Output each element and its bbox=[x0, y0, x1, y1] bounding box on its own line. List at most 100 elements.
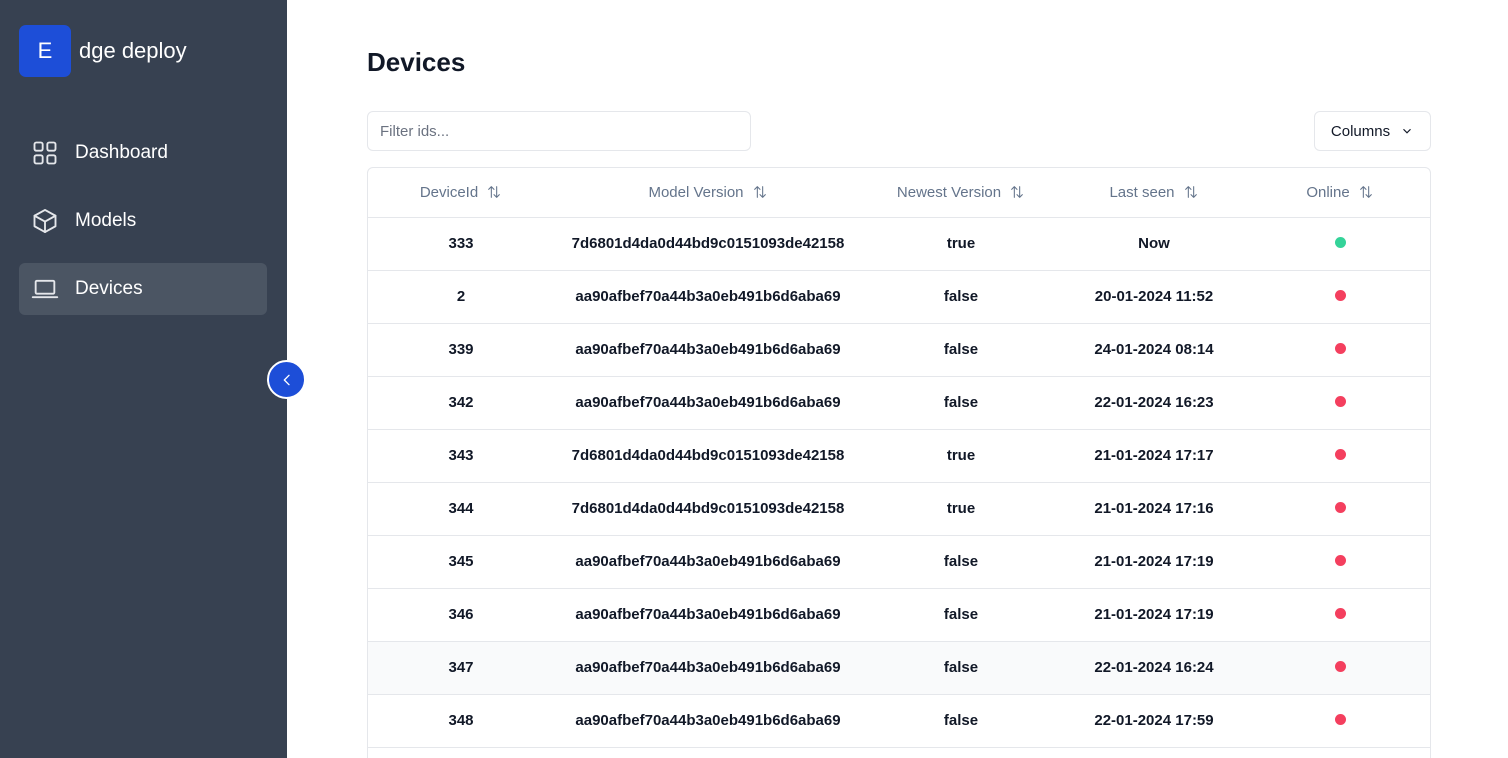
cell-last-seen: Now bbox=[1060, 217, 1248, 271]
table-row[interactable]: 2 aa90afbef70a44b3a0eb491b6d6aba69 false 20… bbox=[368, 270, 1430, 324]
cell-device-id: 343 bbox=[368, 429, 554, 483]
brand-logo: E bbox=[19, 25, 71, 77]
cell-online bbox=[1248, 376, 1430, 430]
online-status-dot bbox=[1334, 237, 1346, 248]
cell-newest-version: false bbox=[862, 376, 1060, 430]
sidebar-item-label: Devices bbox=[75, 278, 143, 299]
offline-status-dot bbox=[1334, 502, 1346, 513]
cell-device-id: 348 bbox=[368, 694, 554, 748]
offline-status-dot bbox=[1334, 449, 1346, 460]
cell-newest-version: true bbox=[862, 482, 1060, 536]
column-header-online[interactable]: Online bbox=[1248, 168, 1430, 218]
cell-device-id: 344 bbox=[368, 482, 554, 536]
cell-newest-version: false bbox=[862, 270, 1060, 324]
cell-last-seen: 22-01-2024 17:59 bbox=[1060, 694, 1248, 748]
cell-last-seen: 21-01-2024 17:16 bbox=[1060, 482, 1248, 536]
header-label: DeviceId bbox=[419, 183, 479, 201]
table-header-row: DeviceId Model Version Newest Version La… bbox=[368, 168, 1430, 218]
cell-device-id: 333 bbox=[368, 217, 554, 271]
columns-label: Columns bbox=[1330, 122, 1391, 140]
sidebar-item-devices[interactable]: Devices bbox=[19, 263, 267, 315]
cell-model-version: aa90afbef70a44b3a0eb491b6d6aba69 bbox=[554, 588, 862, 642]
offline-status-dot bbox=[1334, 608, 1346, 619]
offline-status-dot bbox=[1334, 396, 1346, 407]
sort-icon bbox=[488, 186, 501, 199]
header-label: Model Version bbox=[648, 183, 744, 201]
table-row[interactable]: 343 7d6801d4da0d44bd9c0151093de42158 true 2… bbox=[368, 429, 1430, 483]
offline-status-dot bbox=[1334, 661, 1346, 672]
laptop-icon bbox=[31, 275, 59, 303]
cell-device-id: 345 bbox=[368, 535, 554, 589]
cell-device-id: 346 bbox=[368, 588, 554, 642]
cell-newest-version: false bbox=[862, 588, 1060, 642]
cell-online bbox=[1248, 217, 1430, 271]
sort-icon bbox=[1184, 186, 1197, 199]
cell-newest-version: false bbox=[862, 694, 1060, 748]
cell-newest-version: false bbox=[862, 323, 1060, 377]
cell-last-seen: 20-01-2024 11:52 bbox=[1060, 270, 1248, 324]
sort-icon bbox=[1011, 186, 1023, 199]
collapse-sidebar-button[interactable] bbox=[267, 360, 306, 399]
table-row[interactable]: 339 aa90afbef70a44b3a0eb491b6d6aba69 false… bbox=[368, 323, 1430, 377]
cell-last-seen: 21-01-2024 17:19 bbox=[1060, 535, 1248, 589]
sidebar-item-label: Models bbox=[75, 210, 137, 231]
table-row[interactable]: 348 aa90afbef70a44b3a0eb491b6d6aba69 false… bbox=[368, 694, 1430, 748]
cell-last-seen: 22-01-2024 16:23 bbox=[1060, 376, 1248, 430]
sort-icon bbox=[1359, 186, 1372, 199]
cell-online bbox=[1248, 429, 1430, 483]
cell-newest-version: true bbox=[862, 217, 1060, 271]
offline-status-dot bbox=[1334, 290, 1346, 301]
cell-model-version: 7d6801d4da0d44bd9c0151093de42158 bbox=[554, 217, 862, 271]
table-row[interactable]: 342 aa90afbef70a44b3a0eb491b6d6aba69 false… bbox=[368, 376, 1430, 430]
cell-model-version: aa90afbef70a44b3a0eb491b6d6aba69 bbox=[554, 376, 862, 430]
column-header-device-id[interactable]: DeviceId bbox=[368, 168, 554, 218]
dashboard-grid-icon bbox=[31, 139, 59, 167]
chevron-down-icon bbox=[1403, 128, 1412, 134]
cell-online bbox=[1248, 323, 1430, 377]
column-header-model-version[interactable]: Model Version bbox=[554, 168, 862, 218]
table-row[interactable]: 344 7d6801d4da0d44bd9c0151093de42158 true 2… bbox=[368, 482, 1430, 536]
header-label: Newest Version bbox=[896, 183, 1002, 201]
cell-last-seen: 22-01-2024 16:24 bbox=[1060, 641, 1248, 695]
filter-ids-input[interactable] bbox=[367, 111, 751, 151]
offline-status-dot bbox=[1334, 555, 1346, 566]
brand[interactable]: E dge deploy bbox=[19, 25, 187, 77]
cell-model-version: aa90afbef70a44b3a0eb491b6d6aba69 bbox=[554, 694, 862, 748]
cell-model-version: 7d6801d4da0d44bd9c0151093de42158 bbox=[554, 482, 862, 536]
devices-table: DeviceId Model Version Newest Version La… bbox=[367, 167, 1431, 758]
column-header-last-seen[interactable]: Last seen bbox=[1060, 168, 1248, 218]
cell-online bbox=[1248, 270, 1430, 324]
sidebar-item-models[interactable]: Models bbox=[19, 195, 267, 247]
cell-device-id: 342 bbox=[368, 376, 554, 430]
table-row[interactable]: 347 aa90afbef70a44b3a0eb491b6d6aba69 false… bbox=[368, 641, 1430, 695]
sidebar-item-dashboard[interactable]: Dashboard bbox=[19, 127, 267, 179]
table-row[interactable]: 346 aa90afbef70a44b3a0eb491b6d6aba69 false… bbox=[368, 588, 1430, 642]
cell-device-id: 347 bbox=[368, 641, 554, 695]
cell-newest-version: false bbox=[862, 641, 1060, 695]
column-header-newest-version[interactable]: Newest Version bbox=[862, 168, 1060, 218]
table-row[interactable]: 345 aa90afbef70a44b3a0eb491b6d6aba69 false… bbox=[368, 535, 1430, 589]
cell-device-id: 339 bbox=[368, 323, 554, 377]
cell-online bbox=[1248, 641, 1430, 695]
sidebar-nav: Dashboard Models Devices bbox=[19, 127, 267, 331]
cell-online bbox=[1248, 694, 1430, 748]
cell-online bbox=[1248, 588, 1430, 642]
sidebar-item-label: Dashboard bbox=[75, 142, 168, 163]
offline-status-dot bbox=[1334, 714, 1346, 725]
cell-model-version: aa90afbef70a44b3a0eb491b6d6aba69 bbox=[554, 535, 862, 589]
columns-button[interactable]: Columns bbox=[1314, 111, 1431, 151]
header-label: Online bbox=[1306, 183, 1350, 201]
cell-model-version: aa90afbef70a44b3a0eb491b6d6aba69 bbox=[554, 641, 862, 695]
cell-newest-version: false bbox=[862, 535, 1060, 589]
sort-icon bbox=[753, 186, 766, 199]
cell-model-version: aa90afbef70a44b3a0eb491b6d6aba69 bbox=[554, 270, 862, 324]
cube-icon bbox=[31, 207, 59, 235]
cell-last-seen: 21-01-2024 17:19 bbox=[1060, 588, 1248, 642]
cell-model-version: 7d6801d4da0d44bd9c0151093de42158 bbox=[554, 429, 862, 483]
cell-newest-version: true bbox=[862, 429, 1060, 483]
cell-device-id: 2 bbox=[368, 270, 554, 324]
header-label: Last seen bbox=[1109, 183, 1175, 201]
page-title: Devices bbox=[367, 47, 466, 77]
table-row[interactable]: 333 7d6801d4da0d44bd9c0151093de42158 true N… bbox=[368, 217, 1430, 271]
cell-online bbox=[1248, 535, 1430, 589]
